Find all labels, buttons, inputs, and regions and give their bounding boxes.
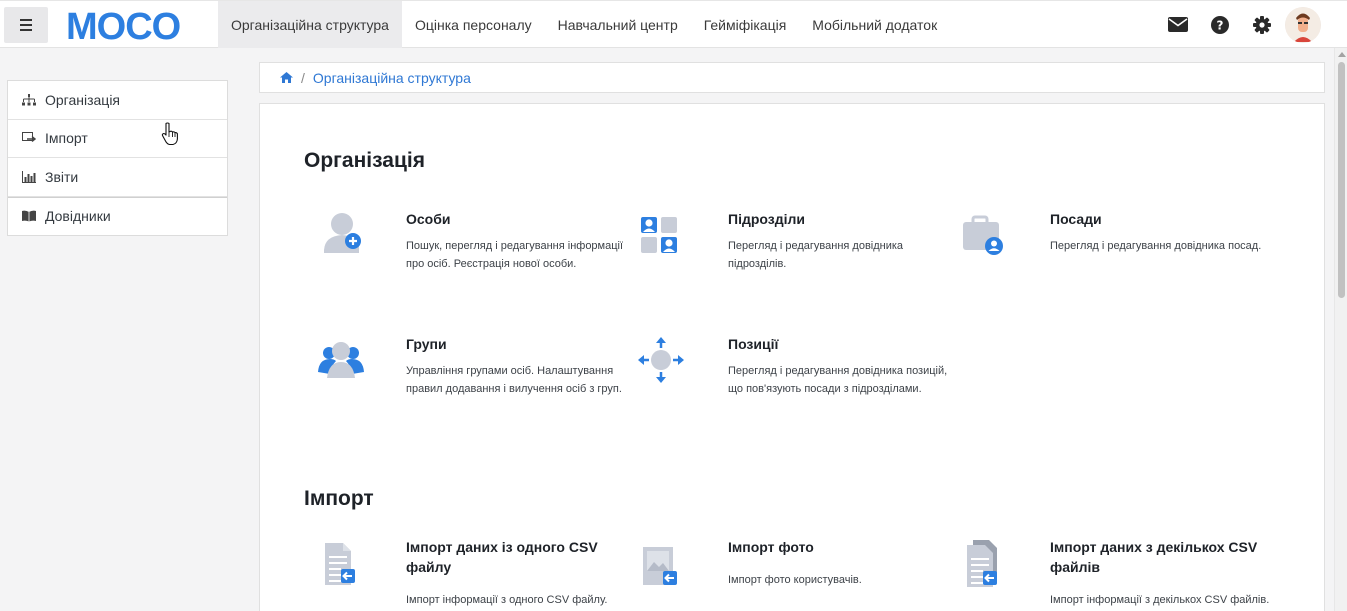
tile-import-photo[interactable]: Імпорт фото Імпорт фото користувачів. — [635, 537, 935, 611]
scroll-up-arrow-icon[interactable] — [1338, 52, 1346, 57]
tile-title: Імпорт даних з декількох CSV файлів — [1050, 539, 1258, 575]
tile-description-line: Перегляд і редагування довідника позицій… — [728, 365, 948, 377]
tile-title: Групи — [406, 336, 447, 352]
multi-csv-import-icon — [967, 540, 997, 587]
breadcrumb-separator: / — [301, 69, 305, 86]
section-title-import: Імпорт — [304, 487, 374, 510]
tile-description-line: Перегляд і редагування довідника посад. — [1050, 240, 1262, 252]
envelope-icon — [1168, 17, 1188, 32]
gear-icon — [1253, 15, 1271, 34]
sidebar-item-label: Звіти — [45, 168, 79, 185]
tile-groups[interactable]: Групи Управління групами осіб. Налаштува… — [313, 334, 622, 414]
svg-text:?: ? — [1217, 18, 1224, 32]
tile-title: Імпорт фото — [728, 539, 814, 555]
tile-positions-titles[interactable]: Посади Перегляд і редагування довідника … — [957, 209, 1261, 289]
tile-title: Позиції — [728, 336, 779, 352]
menu-toggle-button[interactable] — [4, 7, 48, 43]
tile-import-multiple-csv[interactable]: Імпорт даних з декількох CSV файлів Імпо… — [957, 537, 1269, 611]
user-avatar[interactable] — [1285, 6, 1321, 43]
tile-title: Посади — [1050, 211, 1102, 227]
nav-staff-evaluation[interactable]: Оцінка персоналу — [402, 1, 545, 48]
nav-org-structure[interactable]: Організаційна структура — [218, 1, 402, 48]
sidebar-item-label: Імпорт — [45, 130, 88, 147]
mouse-cursor-icon — [161, 122, 178, 146]
tile-departments[interactable]: Підрозділи Перегляд і редагування довідн… — [635, 209, 935, 289]
tile-description-line: Перегляд і редагування довідника — [728, 240, 904, 252]
org-chart-icon — [21, 92, 37, 108]
breadcrumb: / Організаційна структура — [259, 62, 1325, 93]
tile-description-line: правил додавання і вилучення осіб з груп… — [406, 383, 622, 395]
tile-description-line: Імпорт інформації з одного CSV файлу. — [406, 594, 608, 606]
page-scrollbar[interactable] — [1334, 48, 1347, 611]
tile-description-line: підрозділів. — [728, 258, 787, 270]
breadcrumb-current[interactable]: Організаційна структура — [313, 70, 471, 86]
tile-title: Підрозділи — [728, 211, 805, 227]
bar-chart-icon — [21, 169, 37, 185]
group-icon — [318, 342, 364, 378]
tile-title: Імпорт даних із одного CSV файлу — [406, 539, 598, 575]
sidebar-item-label: Довідники — [45, 208, 111, 225]
section-title-organization: Організація — [304, 149, 425, 172]
photo-import-icon — [643, 547, 677, 585]
sidebar-item-label: Організація — [45, 91, 121, 108]
departments-icon — [641, 217, 677, 253]
import-icon — [21, 130, 37, 146]
tile-description-line: Управління групами осіб. Налаштування — [406, 365, 614, 377]
nav-gamification[interactable]: Гейміфікація — [691, 1, 800, 48]
top-navbar: MOCO Організаційна структура Оцінка перс… — [0, 0, 1347, 48]
topbar-actions: ? — [1157, 1, 1347, 48]
sidebar-item-reports[interactable]: Звіти — [8, 158, 227, 197]
tile-import-single-csv[interactable]: Імпорт даних із одного CSV файлу Імпорт … — [313, 537, 613, 611]
avatar-face-icon — [1286, 7, 1320, 42]
tile-description-line: Імпорт інформації з декількох CSV файлів… — [1050, 594, 1270, 606]
person-add-icon — [324, 213, 361, 253]
help-icon: ? — [1211, 15, 1229, 34]
sidebar-item-organization[interactable]: Організація — [8, 81, 227, 120]
positions-icon — [638, 337, 684, 383]
tile-positions[interactable]: Позиції Перегляд і редагування довідника… — [635, 334, 947, 414]
tile-description-line: що пов'язують посади з підрозділами. — [728, 383, 922, 395]
csv-import-icon — [325, 543, 355, 585]
book-icon — [21, 208, 37, 224]
sidebar: Організація Імпорт Звіти Довідники — [7, 80, 228, 236]
tile-title: Особи — [406, 211, 451, 227]
brand-logo[interactable]: MOCO — [66, 9, 210, 43]
tile-description-line: Імпорт фото користувачів. — [728, 574, 862, 586]
tile-description-line: про осіб. Реєстрація нової особи. — [406, 258, 577, 270]
sidebar-item-directories[interactable]: Довідники — [8, 196, 227, 236]
help-button[interactable]: ? — [1199, 1, 1241, 48]
messages-button[interactable] — [1157, 1, 1199, 48]
tile-description-line: Пошук, перегляд і редагування інформації — [406, 240, 624, 252]
nav-training-center[interactable]: Навчальний центр — [545, 1, 691, 48]
nav-mobile-app[interactable]: Мобільний додаток — [799, 1, 950, 48]
hamburger-icon — [20, 18, 32, 33]
sidebar-item-import[interactable]: Імпорт — [8, 120, 227, 158]
svg-text:MOCO: MOCO — [66, 9, 180, 43]
main-nav: Організаційна структура Оцінка персоналу… — [218, 1, 950, 48]
main-content: Організація Особи Пошук, перегляд і реда… — [259, 103, 1325, 611]
scroll-thumb[interactable] — [1338, 62, 1345, 298]
settings-button[interactable] — [1241, 1, 1283, 48]
tile-persons[interactable]: Особи Пошук, перегляд і редагування інфо… — [313, 209, 623, 289]
home-icon[interactable] — [280, 72, 293, 83]
briefcase-user-icon — [963, 215, 1003, 255]
